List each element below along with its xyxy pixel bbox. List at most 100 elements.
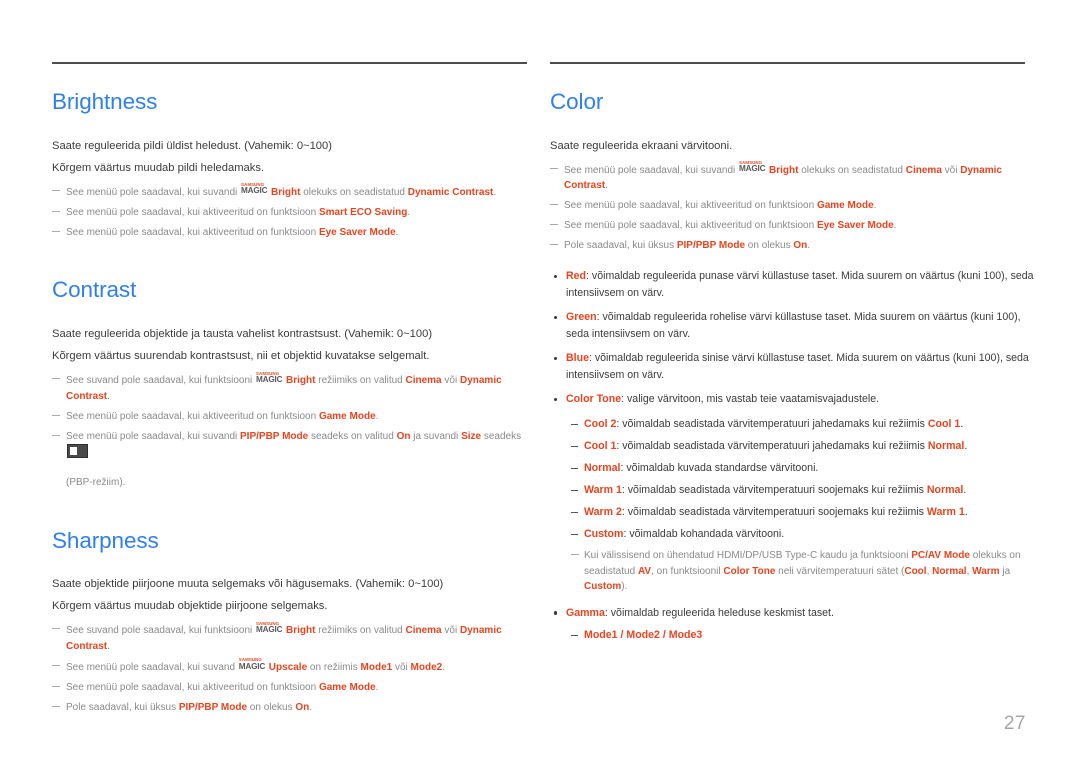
gamma-modes-item: Mode1 / Mode2 / Mode3 [550,627,1034,644]
note-text: olekuks on seadistatud [798,164,906,176]
note-term-bright: Bright [271,186,301,198]
subitem-ref-cool1: Cool 1 [927,417,961,430]
note-term-cinema: Cinema [405,375,442,386]
samsung-magic-logo-icon: SAMSUNG MAGIC [256,371,286,384]
note-text: . [605,180,608,192]
section-sharpness: Sharpness Saate objektide piirjoone muut… [52,528,536,716]
note-text: See menüü pole saadaval, kui suvandi [564,164,739,176]
note-term-cinema: Cinema [405,625,442,637]
subitem-label-cool1: Cool 1 [584,439,617,452]
note-text: See menüü pole saadaval, kui suvandi [66,430,241,442]
bullet-text: : võimaldab reguleerida heleduse keskmis… [604,606,834,619]
sharpness-note-3: See menüü pole saadaval, kui aktiveeritu… [52,680,536,696]
note-text: või [941,164,961,176]
note-term-normal: Normal [932,565,967,577]
note-text: . [395,226,399,238]
bullet-label-gamma: Gamma [566,606,605,619]
pbp-pane-left [70,447,78,455]
note-text: See menüü pole saadaval, kui suvandi [66,186,241,198]
subitem-text: : võimaldab seadistada värvitemperatuuri… [621,483,927,496]
column-top-rule [550,62,1025,64]
two-column-layout: Brightness Saate reguleerida pildi üldis… [0,62,1080,720]
note-text: neli värvitemperatuuri sätet ( [775,565,905,577]
note-text: on olekus [745,240,794,252]
color-note-2: See menüü pole saadaval, kui aktiveeritu… [550,198,1034,214]
sharpness-note-2: See menüü pole saadaval, kui suvand SAMS… [52,657,536,676]
note-text: seadeks on valitud [308,430,397,442]
note-text: seadeks [481,430,522,442]
color-note-1: See menüü pole saadaval, kui suvandi SAM… [550,160,1034,194]
note-text: . [375,681,379,693]
color-tone-item-cool1: Cool 1: võimaldab seadistada värvitemper… [550,438,1034,455]
logo-magic-text: MAGIC [241,186,268,196]
brightness-note-1: See menüü pole saadaval, kui suvandi SAM… [52,182,536,201]
brightness-description-1: Saate reguleerida pildi üldist heledust.… [52,139,332,152]
note-term-cinema: Cinema [905,164,942,176]
note-text: See suvand pole saadaval, kui funktsioon… [66,375,256,386]
sharpness-description-1: Saate objektide piirjoone muuta selgemak… [52,578,444,591]
bullet-label-green: Green [566,311,597,324]
contrast-description-2: Kõrgem väärtus suurendab kontrastsust, n… [52,350,430,362]
color-bullet-blue: Blue: võimaldab reguleerida sinise värvi… [550,350,1034,383]
bullet-label-red: Red [566,270,587,283]
brightness-description-2: Kõrgem väärtus muudab pildi heledamaks. [52,161,265,174]
left-column: Brightness Saate reguleerida pildi üldis… [52,62,536,720]
subitem-text: : võimaldab kuvada standardse värvitooni… [620,461,819,474]
note-text: . [493,186,497,198]
note-term-pip-pbp-mode: PIP/PBP Mode [178,701,248,713]
subitem-text: . [964,439,968,452]
note-term-bright: Bright [286,625,316,637]
subitem-ref-normal: Normal [926,483,964,496]
color-bullet-color-tone: Color Tone: valige värvitoon, mis vastab… [550,391,1034,408]
pbp-pane-right [71,462,79,471]
note-term-upscale: Upscale [268,661,308,673]
note-text: . [375,410,379,422]
color-tone-item-warm1: Warm 1: võimaldab seadistada värvitemper… [550,482,1034,499]
note-text: See menüü pole saadaval, kui aktiveeritu… [66,206,319,218]
note-term-on: On [396,430,411,442]
bullet-text: : võimaldab reguleerida rohelise värvi k… [566,311,1021,340]
note-text: ). [621,581,628,593]
samsung-magic-logo-icon: SAMSUNG MAGIC [241,182,271,196]
contrast-note-1: See suvand pole saadaval, kui funktsioon… [52,371,536,404]
note-text: või [392,661,411,673]
note-text: ja [999,565,1011,577]
note-text: või [441,375,460,386]
brightness-note-2: See menüü pole saadaval, kui aktiveeritu… [52,205,536,221]
logo-magic-text: MAGIC [238,661,266,671]
note-text: . [807,240,811,252]
page-title-contrast: Contrast [52,277,137,303]
color-tone-item-normal: Normal: võimaldab kuvada standardse värv… [550,460,1034,477]
contrast-note-2: See menüü pole saadaval, kui aktiveeritu… [52,409,536,425]
section-contrast: Contrast Saate reguleerida objektide ja … [52,277,536,490]
note-term-custom: Custom [584,581,622,593]
color-note-4: Pole saadaval, kui üksus PIP/PBP Mode on… [550,238,1034,254]
logo-magic-text: MAGIC [256,625,283,635]
note-text: See menüü pole saadaval, kui aktiveeritu… [564,200,817,212]
note-text: . [107,390,110,402]
note-text: See menüü pole saadaval, kui aktiveeritu… [564,220,817,232]
column-top-rule [52,62,527,64]
color-bullet-red: Red: võimaldab reguleerida punase värvi … [550,268,1034,301]
samsung-magic-logo-icon: SAMSUNG MAGIC [739,160,769,174]
note-term-pc-av-mode: PC/AV Mode [911,550,970,562]
subitem-text: : võimaldab seadistada värvitemperatuuri… [616,439,928,452]
sharpness-note-4: Pole saadaval, kui üksus PIP/PBP Mode on… [52,700,536,716]
page-number: 27 [1003,713,1026,734]
document-page: Brightness Saate reguleerida pildi üldis… [0,0,1080,763]
note-text: ja suvandi [410,430,462,442]
right-column: Color Saate reguleerida ekraani värvitoo… [550,62,1034,720]
subitem-label-cool2: Cool 2 [584,417,617,430]
note-text: See menüü pole saadaval, kui aktiveeritu… [66,681,319,693]
note-text: See suvand pole saadaval, kui funktsioon… [66,625,256,637]
bullet-text: : võimaldab reguleerida punase värvi kül… [566,270,1034,299]
note-term-color-tone: Color Tone [723,565,776,577]
note-term-warm: Warm [972,565,1000,577]
note-text: režiimiks on valitud [315,625,406,637]
note-text: olekuks on seadistatud [300,186,408,198]
contrast-description-1: Saate reguleerida objektide ja tausta va… [52,328,433,340]
note-text: . [407,206,411,218]
brightness-note-3: See menüü pole saadaval, kui aktiveeritu… [52,225,536,241]
samsung-magic-logo-icon: SAMSUNG MAGIC [238,657,269,671]
color-description-1: Saate reguleerida ekraani värvitooni. [550,139,733,152]
